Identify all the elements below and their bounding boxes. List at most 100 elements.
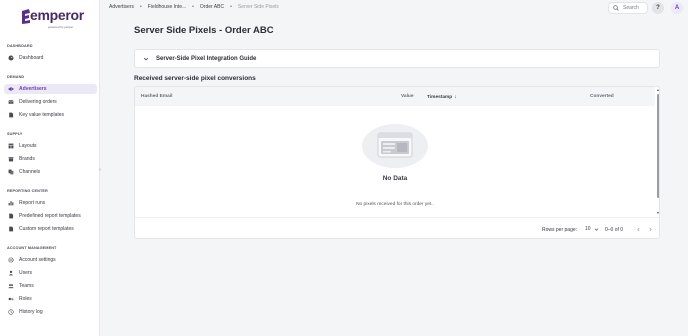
sidebar-item-key-value-templates[interactable]: Key value templates — [4, 110, 97, 120]
gear-icon — [8, 257, 14, 263]
sidebar-item-label: Layouts — [19, 143, 37, 149]
orders-icon — [8, 99, 14, 105]
brand-logo[interactable]: emperor powered by juniper — [20, 7, 90, 33]
sidebar-item-account-settings[interactable]: Account settings — [4, 255, 97, 265]
column-header-label: Timestamp — [427, 95, 453, 100]
chevron-down-icon — [594, 228, 598, 231]
layout-icon — [8, 143, 14, 149]
sidebar-item-label: Key value templates — [19, 112, 65, 118]
rows-per-page-label: Rows per page: — [542, 227, 578, 233]
sidebar-item-report-runs[interactable]: Report runs — [4, 198, 97, 208]
breadcrumb-order[interactable]: Order ABC — [200, 4, 224, 10]
breadcrumb-advertiser[interactable]: Fieldhouse Inte... — [148, 4, 186, 10]
section-label-demand: DEMAND — [7, 75, 25, 79]
section-label-reporting-center: REPORTING CENTER — [7, 189, 48, 193]
team-icon — [8, 283, 14, 289]
user-icon — [8, 270, 14, 276]
page-title: Server Side Pixels - Order ABC — [134, 25, 274, 36]
document-icon — [8, 213, 14, 219]
accordion-title: Server-Side Pixel Integration Guide — [156, 55, 257, 62]
sidebar-item-delivering-orders[interactable]: Delivering orders — [4, 97, 97, 107]
rows-per-page-value: 10 — [585, 226, 591, 232]
search-input[interactable]: Search — [608, 2, 648, 14]
history-icon — [8, 309, 14, 315]
section-label-account-management: ACCOUNT MANAGEMENT — [7, 246, 57, 250]
sidebar-item-channels[interactable]: Channels — [4, 167, 97, 177]
empty-state-description: No pixels received for this order yet.. — [356, 202, 434, 207]
sidebar-item-label: Roles — [19, 296, 32, 302]
sidebar-item-label: Custom report templates — [19, 226, 74, 232]
sidebar-item-roles[interactable]: Roles — [4, 294, 97, 304]
table-header: Hashed Email Value Timestamp ↓ Converted — [135, 87, 655, 106]
sidebar-item-custom-report-templates[interactable]: Custom report templates — [4, 224, 97, 234]
sidebar-collapse-icon[interactable]: ‹ — [98, 166, 102, 174]
document-icon — [8, 226, 14, 232]
bar-chart-icon — [8, 200, 14, 206]
chevron-down-icon — [143, 57, 149, 60]
top-bar: Advertisers • Fieldhouse Inte... • Order… — [101, 0, 688, 18]
empty-state-title: No Data — [382, 175, 408, 182]
sidebar-item-label: Channels — [19, 169, 41, 175]
table-title: Received server-side pixel conversions — [134, 75, 256, 82]
sort-arrow-icon: ↓ — [454, 94, 457, 100]
sidebar-item-label: Advertisers — [19, 86, 47, 92]
sidebar-item-label: Delivering orders — [19, 99, 57, 105]
rows-per-page-select[interactable]: 10 — [585, 226, 599, 232]
search-icon — [613, 5, 619, 11]
scroll-up-icon[interactable]: ▲ — [656, 88, 659, 92]
breadcrumb-separator: • — [140, 4, 142, 10]
integration-guide-accordion[interactable]: Server-Side Pixel Integration Guide — [134, 49, 660, 68]
breadcrumb: Advertisers • Fieldhouse Inte... • Order… — [109, 4, 279, 10]
search-placeholder: Search — [623, 5, 639, 11]
section-label-dashboard: DASHBOARD — [7, 44, 33, 48]
dashboard-icon — [8, 55, 14, 61]
sidebar: emperor powered by juniper DASHBOARD Das… — [0, 0, 102, 336]
sidebar-item-label: Teams — [19, 283, 34, 289]
sidebar-item-predefined-report-templates[interactable]: Predefined report templates — [4, 211, 97, 221]
avatar[interactable]: A — [671, 2, 683, 14]
key-icon — [8, 296, 14, 302]
megaphone-icon — [8, 86, 14, 92]
section-label-supply: SUPPLY — [7, 132, 23, 136]
sidebar-item-layouts[interactable]: Layouts — [4, 141, 97, 151]
sidebar-item-users[interactable]: Users — [4, 268, 97, 278]
breadcrumb-current: Server Side Pixels — [237, 4, 279, 10]
column-header-timestamp[interactable]: Timestamp ↓ — [427, 94, 457, 100]
scroll-down-icon[interactable]: ▼ — [656, 211, 659, 215]
next-page-button[interactable] — [647, 226, 654, 233]
previous-page-button[interactable] — [635, 226, 642, 233]
sidebar-item-label: History log — [19, 309, 43, 315]
empty-state-illustration — [362, 124, 428, 168]
column-header-converted[interactable]: Converted — [590, 94, 614, 99]
help-button[interactable]: ? — [652, 2, 664, 14]
app-root: emperor powered by juniper DASHBOARD Das… — [0, 0, 688, 336]
sidebar-item-label: Predefined report templates — [19, 213, 81, 219]
chevron-left-icon — [637, 227, 640, 232]
table-pagination: Rows per page: 10 0–0 of 0 — [135, 218, 659, 238]
conversions-table: Hashed Email Value Timestamp ↓ Converted … — [134, 86, 660, 239]
sidebar-item-advertisers[interactable]: Advertisers — [4, 84, 97, 94]
sidebar-item-label: Users — [19, 270, 33, 276]
sidebar-item-label: Account settings — [19, 257, 56, 263]
column-header-hashed-email[interactable]: Hashed Email — [141, 94, 172, 99]
scrollbar-thumb[interactable] — [656, 94, 659, 198]
table-scrollbar[interactable]: ▲ ▼ — [655, 87, 659, 217]
channels-icon — [8, 169, 14, 175]
breadcrumb-advertisers[interactable]: Advertisers — [109, 4, 134, 10]
sidebar-item-dashboard[interactable]: Dashboard — [4, 53, 97, 63]
sidebar-item-brands[interactable]: Brands — [4, 154, 97, 164]
breadcrumb-separator: • — [230, 4, 232, 10]
breadcrumb-separator: • — [192, 4, 194, 10]
brand-name: emperor — [30, 7, 84, 23]
brand-tagline: powered by juniper — [48, 25, 74, 29]
pagination-range: 0–0 of 0 — [605, 227, 624, 233]
sidebar-item-teams[interactable]: Teams — [4, 281, 97, 291]
store-icon — [8, 156, 14, 162]
sidebar-item-label: Dashboard — [19, 55, 44, 61]
sidebar-item-history-log[interactable]: History log — [4, 307, 97, 317]
sidebar-item-label: Brands — [19, 156, 35, 162]
document-icon — [8, 112, 14, 118]
column-header-value[interactable]: Value — [401, 94, 414, 99]
sidebar-item-label: Report runs — [19, 200, 46, 206]
chevron-right-icon — [649, 227, 652, 232]
